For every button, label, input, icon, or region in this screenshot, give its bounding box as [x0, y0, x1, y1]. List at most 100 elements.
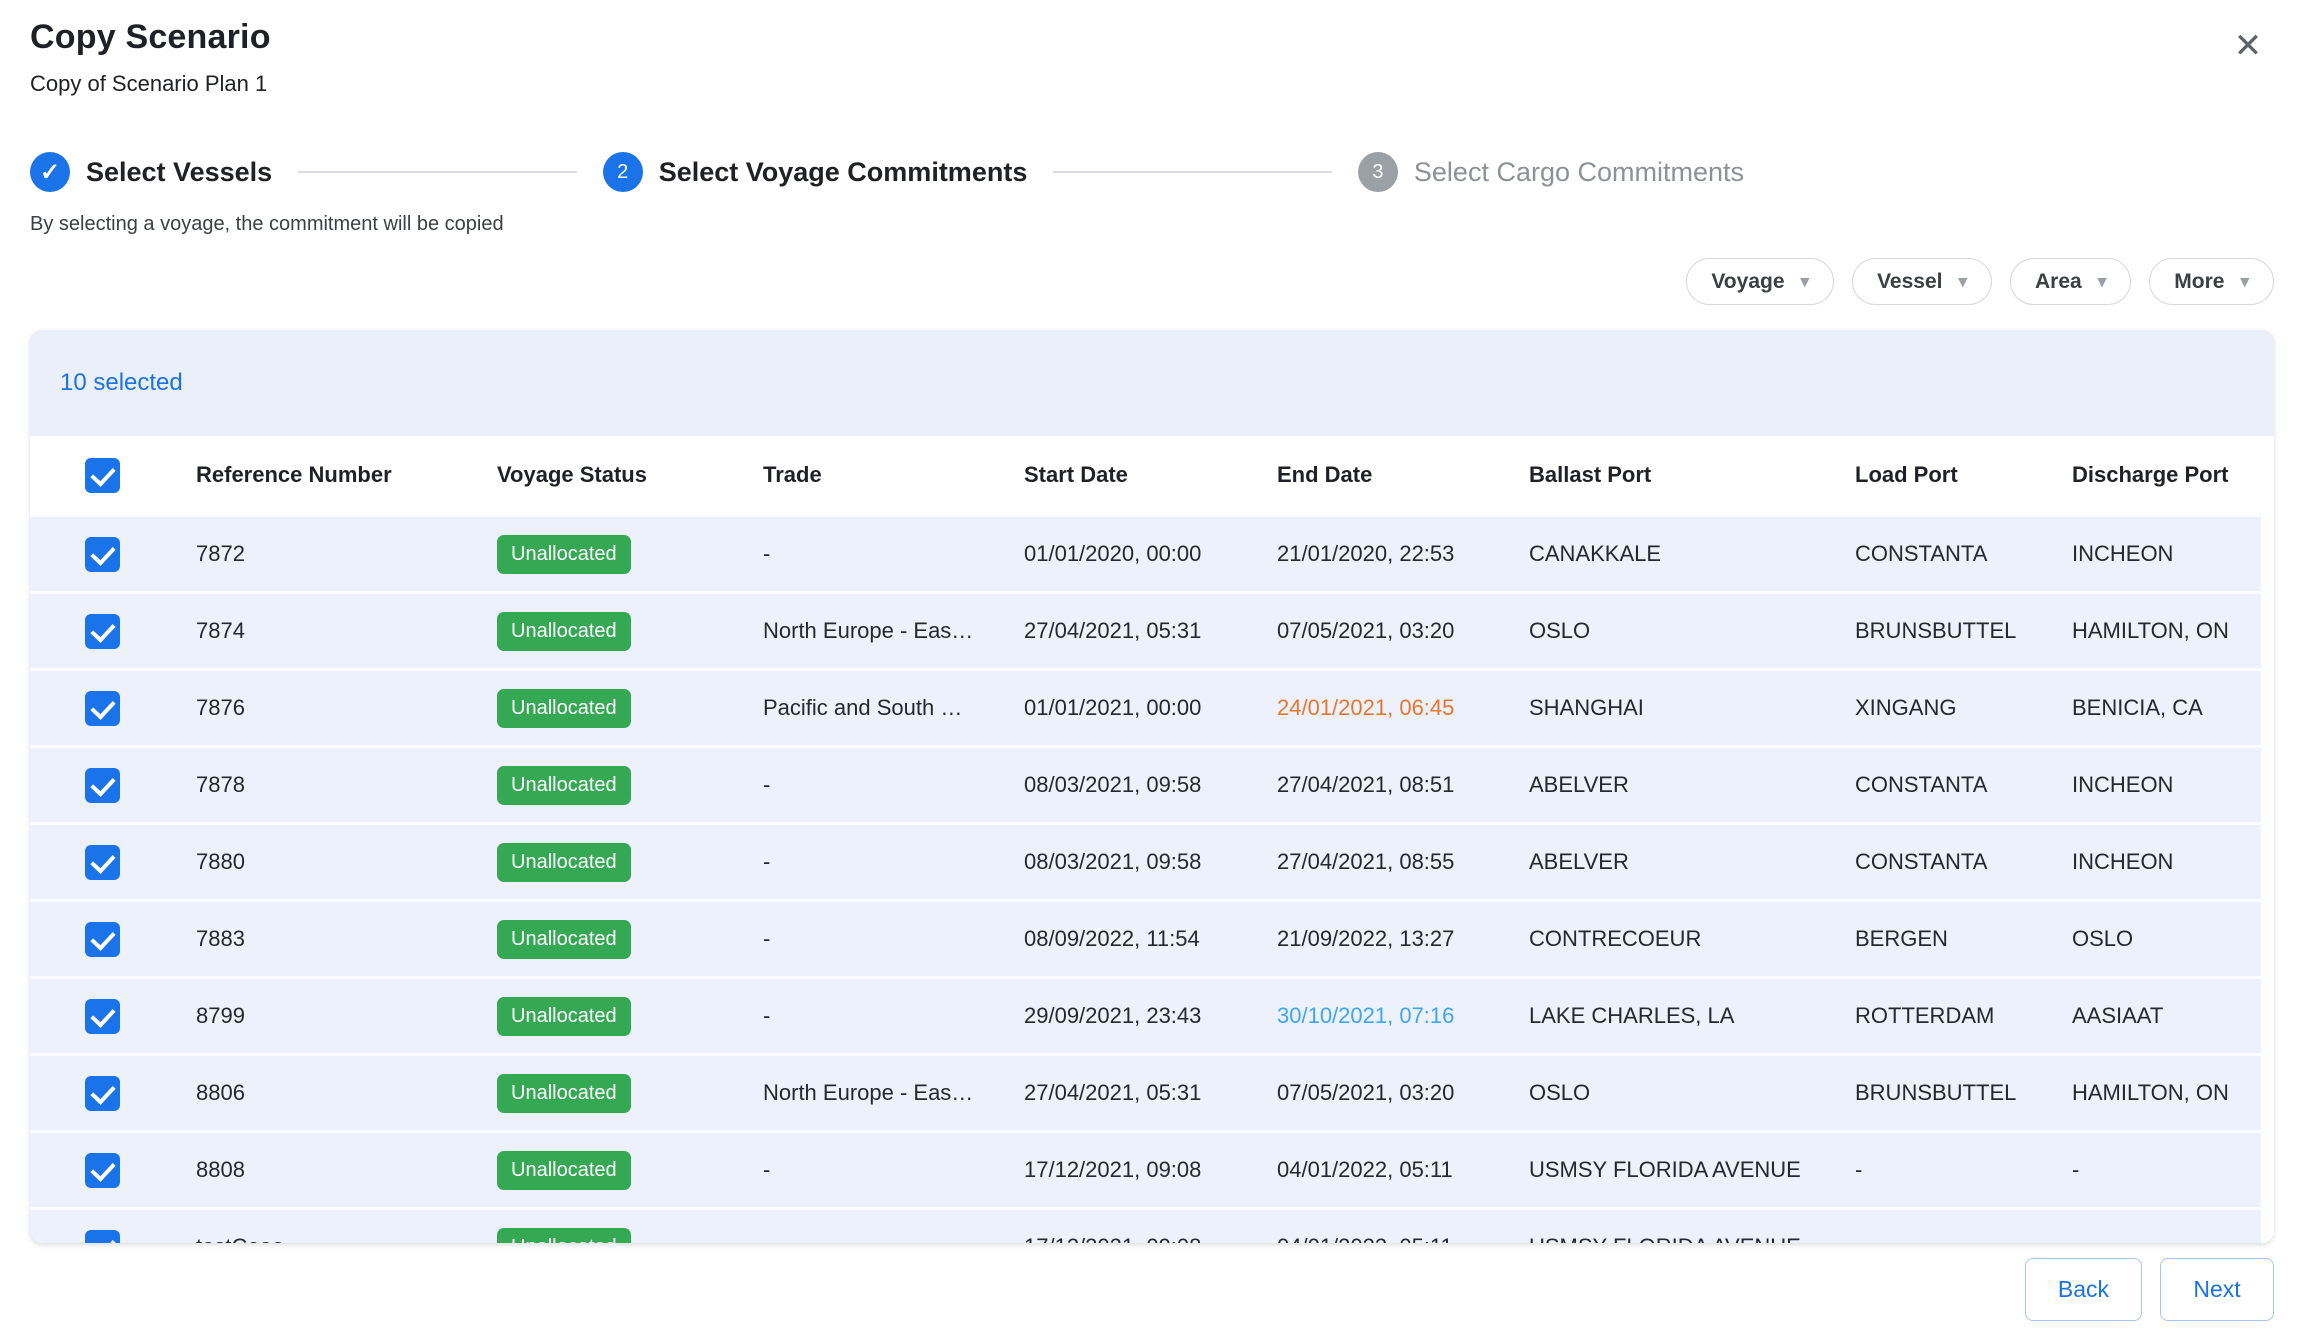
load-port-cell: XINGANG: [1855, 695, 2072, 721]
column-header-ballast-port[interactable]: Ballast Port: [1529, 462, 1855, 488]
load-port-cell: BRUNSBUTTEL: [1855, 618, 2072, 644]
ballast-port-cell: CANAKKALE: [1529, 541, 1855, 567]
start-date-cell: 17/12/2021, 09:08: [1024, 1234, 1277, 1243]
column-header-end-date[interactable]: End Date: [1277, 462, 1529, 488]
load-port-cell: ROTTERDAM: [1855, 1003, 2072, 1029]
start-date-cell: 27/04/2021, 05:31: [1024, 1080, 1277, 1106]
start-date-cell: 01/01/2020, 00:00: [1024, 541, 1277, 567]
table-header-row: Reference Number Voyage Status Trade Sta…: [30, 436, 2274, 514]
more-filter-button[interactable]: More ▾: [2149, 258, 2274, 305]
voyage-status-badge: Unallocated: [497, 689, 631, 728]
step-connector: [298, 171, 577, 173]
row-checkbox[interactable]: [85, 537, 120, 572]
start-date-cell: 08/03/2021, 09:58: [1024, 849, 1277, 875]
discharge-port-cell: -: [2072, 1234, 2274, 1243]
voyage-commitments-panel: 10 selected Reference Number Voyage Stat…: [30, 330, 2274, 1243]
voyage-status-badge: Unallocated: [497, 1228, 631, 1244]
checkbox-cell: [30, 614, 196, 649]
discharge-port-cell: -: [2072, 1157, 2274, 1183]
trade-cell: -: [763, 1003, 1024, 1029]
step-select-voyage-commitments[interactable]: 2 Select Voyage Commitments: [603, 152, 1028, 192]
ballast-port-cell: OSLO: [1529, 618, 1855, 644]
ballast-port-cell: USMSY FLORIDA AVENUE: [1529, 1157, 1855, 1183]
step-select-vessels[interactable]: ✓ Select Vessels: [30, 152, 272, 192]
row-checkbox[interactable]: [85, 845, 120, 880]
voyage-status-cell: Unallocated: [497, 535, 763, 574]
start-date-cell: 29/09/2021, 23:43: [1024, 1003, 1277, 1029]
table-row: 7872Unallocated-01/01/2020, 00:0021/01/2…: [30, 514, 2274, 591]
filter-label: More: [2174, 270, 2224, 294]
step-completed-check-icon: ✓: [30, 152, 70, 192]
voyage-status-cell: Unallocated: [497, 1151, 763, 1190]
load-port-cell: -: [1855, 1234, 2072, 1243]
filter-bar: Voyage ▾ Vessel ▾ Area ▾ More ▾: [1686, 258, 2274, 305]
row-checkbox[interactable]: [85, 614, 120, 649]
end-date-cell: 27/04/2021, 08:51: [1277, 772, 1529, 798]
trade-cell: North Europe - Eas…: [763, 1080, 1024, 1106]
table-row: testCoooUnallocated-17/12/2021, 09:0804/…: [30, 1207, 2274, 1243]
column-header-load-port[interactable]: Load Port: [1855, 462, 2072, 488]
row-checkbox[interactable]: [85, 999, 120, 1034]
next-button[interactable]: Next: [2160, 1258, 2274, 1321]
dialog-header: Copy Scenario Copy of Scenario Plan 1: [30, 18, 271, 97]
table-row: 8799Unallocated-29/09/2021, 23:4330/10/2…: [30, 976, 2274, 1053]
reference-number-cell: 7880: [196, 849, 497, 875]
checkbox-cell: [30, 691, 196, 726]
selection-summary-bar: 10 selected: [30, 330, 2274, 436]
row-checkbox[interactable]: [85, 1153, 120, 1188]
row-checkbox[interactable]: [85, 691, 120, 726]
selected-count: 10 selected: [60, 369, 183, 397]
voyage-status-badge: Unallocated: [497, 535, 631, 574]
voyage-status-badge: Unallocated: [497, 1074, 631, 1113]
load-port-cell: CONSTANTA: [1855, 849, 2072, 875]
end-date-cell: 04/01/2022, 05:11: [1277, 1157, 1529, 1183]
start-date-cell: 01/01/2021, 00:00: [1024, 695, 1277, 721]
row-checkbox[interactable]: [85, 922, 120, 957]
voyage-status-cell: Unallocated: [497, 1074, 763, 1113]
select-all-checkbox[interactable]: [85, 458, 120, 493]
column-header-discharge-port[interactable]: Discharge Port: [2072, 462, 2274, 488]
voyage-filter-button[interactable]: Voyage ▾: [1686, 258, 1834, 305]
trade-cell: -: [763, 772, 1024, 798]
table-row: 7874UnallocatedNorth Europe - Eas…27/04/…: [30, 591, 2274, 668]
ballast-port-cell: OSLO: [1529, 1080, 1855, 1106]
start-date-cell: 17/12/2021, 09:08: [1024, 1157, 1277, 1183]
step-number-badge: 3: [1358, 152, 1398, 192]
ballast-port-cell: ABELVER: [1529, 772, 1855, 798]
column-header-voyage-status[interactable]: Voyage Status: [497, 462, 763, 488]
step-connector: [1053, 171, 1332, 173]
row-checkbox[interactable]: [85, 1076, 120, 1111]
column-header-start-date[interactable]: Start Date: [1024, 462, 1277, 488]
trade-cell: -: [763, 1234, 1024, 1243]
table-row: 8808Unallocated - 17/12/2021, 09:0804/01/2…: [30, 1130, 2274, 1207]
table-row: 7878Unallocated-08/03/2021, 09:5827/04/2…: [30, 745, 2274, 822]
reference-number-cell: 8808: [196, 1157, 497, 1183]
voyage-status-cell: Unallocated: [497, 1228, 763, 1244]
chevron-down-icon: ▾: [1801, 273, 1810, 290]
column-header-trade[interactable]: Trade: [763, 462, 1024, 488]
row-checkbox[interactable]: [85, 768, 120, 803]
back-button[interactable]: Back: [2025, 1258, 2142, 1321]
ballast-port-cell: ABELVER: [1529, 849, 1855, 875]
checkbox-cell: [30, 1230, 196, 1244]
voyage-status-cell: Unallocated: [497, 689, 763, 728]
close-button[interactable]: ✕: [2226, 24, 2270, 68]
end-date-cell: 21/01/2020, 22:53: [1277, 541, 1529, 567]
stepper: ✓ Select Vessels 2 Select Voyage Commitm…: [30, 152, 1744, 192]
discharge-port-cell: HAMILTON, ON: [2072, 1080, 2274, 1106]
discharge-port-cell: AASIAAT: [2072, 1003, 2274, 1029]
vessel-filter-button[interactable]: Vessel ▾: [1852, 258, 1992, 305]
load-port-cell: BERGEN: [1855, 926, 2072, 952]
end-date-cell: 04/01/2022, 05:11: [1277, 1234, 1529, 1243]
row-checkbox[interactable]: [85, 1230, 120, 1244]
area-filter-button[interactable]: Area ▾: [2010, 258, 2131, 305]
step-select-cargo-commitments[interactable]: 3 Select Cargo Commitments: [1358, 152, 1744, 192]
vertical-scrollbar-track[interactable]: [2261, 436, 2274, 1243]
voyage-status-badge: Unallocated: [497, 920, 631, 959]
trade-cell: -: [763, 926, 1024, 952]
filter-label: Area: [2035, 270, 2082, 294]
reference-number-cell: 7883: [196, 926, 497, 952]
chevron-down-icon: ▾: [2240, 273, 2249, 290]
column-header-reference-number[interactable]: Reference Number: [196, 462, 497, 488]
close-icon: ✕: [2234, 26, 2263, 66]
